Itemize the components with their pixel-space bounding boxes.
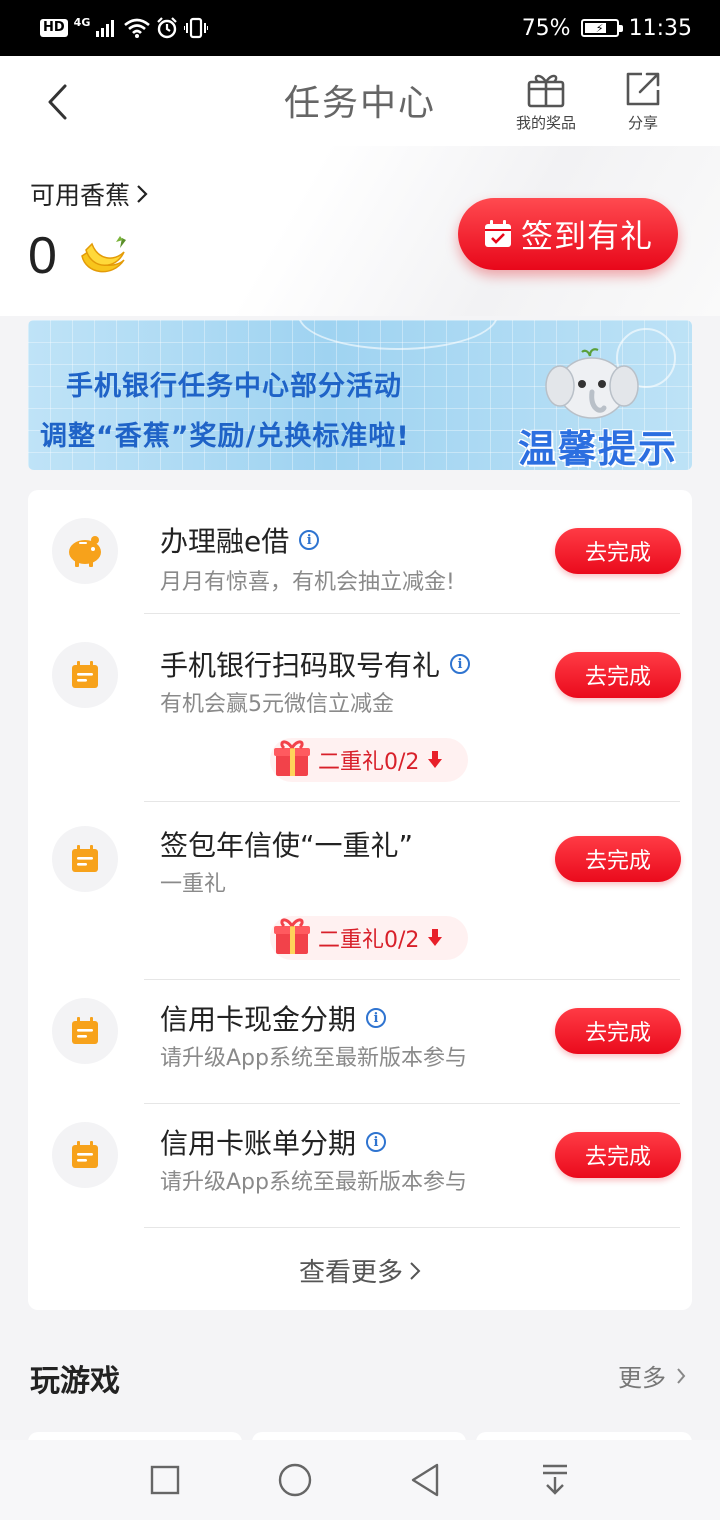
network-type: 4G <box>73 15 91 29</box>
calendar-icon <box>52 826 118 892</box>
arrow-down-icon <box>428 929 443 946</box>
square-icon <box>150 1465 180 1495</box>
circle-icon <box>278 1463 312 1497</box>
notice-banner[interactable]: 手机银行任务中心部分活动 调整“香蕉”奖励/兑换标准啦! 温馨提示 <box>28 320 692 470</box>
status-left: HD 4G <box>40 15 209 39</box>
balance-link[interactable]: 可用香蕉 <box>30 176 148 212</box>
banner-line1: 手机银行任务中心部分活动 <box>66 371 402 402</box>
task-desc: 月月有惊喜，有机会抽立减金! <box>160 570 455 595</box>
my-prizes-label: 我的奖品 <box>516 114 577 132</box>
home-button[interactable] <box>265 1450 325 1510</box>
balance-label: 可用香蕉 <box>30 181 131 210</box>
chevron-right-icon <box>677 1367 686 1384</box>
share-button[interactable]: 分享 <box>624 70 662 133</box>
see-more-link[interactable]: 查看更多 <box>28 1252 692 1289</box>
info-icon[interactable]: i <box>450 654 471 674</box>
arrow-down-icon <box>428 751 443 768</box>
status-right: 75% ⚡ 11:35 <box>522 16 692 41</box>
notification-pull-button[interactable] <box>525 1450 585 1510</box>
reward-progress-text: 二重礼0/2 <box>318 750 420 775</box>
calendar-icon <box>52 642 118 708</box>
task-title: 信用卡账单分期 i <box>160 1122 387 1162</box>
info-icon[interactable]: i <box>366 1132 387 1152</box>
balance-section: 可用香蕉 0 签到有礼 <box>0 146 720 316</box>
wifi-icon <box>124 18 151 38</box>
gift-box-icon <box>274 740 310 776</box>
divider <box>144 801 680 802</box>
task-title: 手机银行扫码取号有礼 i <box>160 644 471 684</box>
info-icon[interactable]: i <box>299 530 320 550</box>
hd-badge: HD <box>40 19 68 37</box>
task-desc: 有机会赢5元微信立减金 <box>160 692 394 717</box>
banana-icon <box>81 236 126 273</box>
status-bar: HD 4G 75% ⚡ 11:35 <box>0 0 720 56</box>
task-list-card: 办理融e借 i 月月有惊喜，有机会抽立减金! 去完成 手机银行扫码取号有礼 i … <box>28 490 692 1310</box>
back-nav-button[interactable] <box>395 1450 455 1510</box>
reward-progress-pill[interactable]: 二重礼0/2 <box>270 738 468 782</box>
divider <box>144 1103 680 1104</box>
task-go-button[interactable]: 去完成 <box>555 528 681 574</box>
divider <box>144 613 680 614</box>
task-title-text: 手机银行扫码取号有礼 <box>160 649 441 682</box>
see-more-label: 查看更多 <box>298 1258 403 1288</box>
piggy-bank-icon <box>52 518 118 584</box>
elephant-mascot-icon <box>545 348 639 419</box>
gift-box-icon <box>274 918 310 954</box>
task-go-button[interactable]: 去完成 <box>555 836 681 882</box>
chevron-right-icon <box>410 1261 421 1280</box>
task-go-button[interactable]: 去完成 <box>555 652 681 698</box>
share-label: 分享 <box>627 114 658 132</box>
battery-percent: 75% <box>521 15 571 41</box>
games-more-label: 更多 <box>618 1364 666 1392</box>
signal-icon <box>96 19 118 37</box>
gift-icon <box>527 74 565 108</box>
calendar-icon <box>52 1122 118 1188</box>
games-more-link[interactable]: 更多 <box>618 1358 686 1393</box>
share-icon <box>626 72 660 106</box>
info-icon[interactable]: i <box>366 1008 387 1028</box>
divider <box>144 1227 680 1228</box>
vibrate-icon <box>184 17 209 39</box>
task-title-text: 办理融e借 <box>160 525 290 558</box>
clock: 11:35 <box>628 15 692 41</box>
header: 任务中心 我的奖品 分享 <box>0 56 720 146</box>
system-nav-bar <box>0 1440 720 1520</box>
task-go-button[interactable]: 去完成 <box>555 1132 681 1178</box>
signin-label: 签到有礼 <box>520 217 653 255</box>
divider <box>144 979 680 980</box>
signin-reward-button[interactable]: 签到有礼 <box>458 198 678 270</box>
task-title-text: 签包年信使“一重礼” <box>160 829 414 862</box>
alarm-icon <box>156 17 178 39</box>
balance-value: 0 <box>28 227 57 285</box>
calendar-icon <box>52 998 118 1064</box>
task-desc: 请升级App系统至最新版本参与 <box>160 1170 467 1195</box>
page-title: 任务中心 <box>283 83 436 124</box>
reward-progress-text: 二重礼0/2 <box>318 928 420 953</box>
reward-progress-pill[interactable]: 二重礼0/2 <box>270 916 468 960</box>
task-title-text: 信用卡账单分期 <box>160 1127 357 1160</box>
task-desc: 请升级App系统至最新版本参与 <box>160 1046 467 1071</box>
games-section-title: 玩游戏 <box>30 1364 120 1399</box>
my-prizes-button[interactable]: 我的奖品 <box>516 70 576 133</box>
chevron-right-icon <box>137 185 148 203</box>
task-title-text: 信用卡现金分期 <box>160 1003 357 1036</box>
banner-tip: 温馨提示 <box>517 427 678 470</box>
triangle-back-icon <box>411 1463 439 1497</box>
banner-line2: 调整“香蕉”奖励/兑换标准啦! <box>40 421 410 452</box>
calendar-check-icon <box>484 220 511 247</box>
task-go-button[interactable]: 去完成 <box>555 1008 681 1054</box>
recents-button[interactable] <box>135 1450 195 1510</box>
task-title: 信用卡现金分期 i <box>160 998 387 1038</box>
task-title: 签包年信使“一重礼” <box>160 824 413 864</box>
pull-down-icon <box>543 1464 567 1495</box>
task-desc: 一重礼 <box>160 872 227 897</box>
battery-icon: ⚡ <box>580 19 623 37</box>
task-title: 办理融e借 i <box>160 520 320 560</box>
